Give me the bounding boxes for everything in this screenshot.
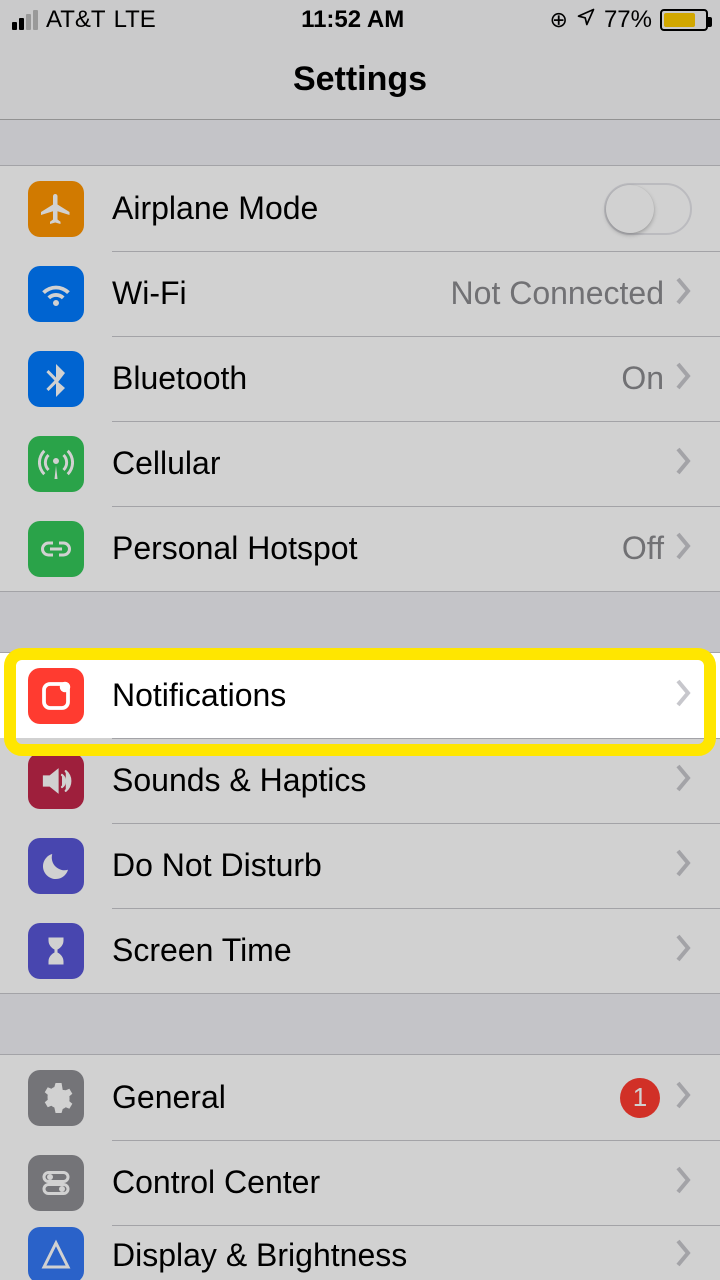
bluetooth-icon bbox=[28, 351, 84, 407]
row-display-brightness[interactable]: Display & Brightness bbox=[0, 1225, 720, 1280]
carrier-label: AT&T bbox=[46, 6, 106, 34]
update-badge: 1 bbox=[620, 1078, 660, 1118]
nav-bar: Settings bbox=[0, 40, 720, 120]
row-screen-time[interactable]: Screen Time bbox=[0, 908, 720, 993]
cellular-antenna-icon bbox=[28, 436, 84, 492]
cell-label: Control Center bbox=[112, 1164, 320, 1201]
chevron-right-icon bbox=[676, 532, 692, 565]
control-center-icon bbox=[28, 1155, 84, 1211]
chevron-right-icon bbox=[676, 447, 692, 480]
chevron-right-icon bbox=[676, 1166, 692, 1199]
row-wifi[interactable]: Wi-Fi Not Connected bbox=[0, 251, 720, 336]
chevron-right-icon bbox=[676, 849, 692, 882]
cell-detail: On bbox=[621, 360, 664, 397]
row-notifications[interactable]: Notifications bbox=[0, 653, 720, 738]
sounds-speaker-icon bbox=[28, 753, 84, 809]
cell-detail: Off bbox=[622, 530, 664, 567]
chevron-right-icon bbox=[676, 1081, 692, 1114]
cell-label: Wi-Fi bbox=[112, 275, 187, 312]
airplane-icon bbox=[28, 181, 84, 237]
chevron-right-icon bbox=[676, 277, 692, 310]
page-title: Settings bbox=[293, 60, 427, 99]
rotation-lock-icon: ⊕ bbox=[550, 7, 568, 33]
cell-label: Display & Brightness bbox=[112, 1237, 407, 1274]
row-general[interactable]: General 1 bbox=[0, 1055, 720, 1140]
notifications-icon bbox=[28, 668, 84, 724]
chevron-right-icon bbox=[676, 679, 692, 712]
chevron-right-icon bbox=[676, 362, 692, 395]
cell-detail: Not Connected bbox=[451, 275, 664, 312]
cell-label: Do Not Disturb bbox=[112, 847, 322, 884]
cell-label: Bluetooth bbox=[112, 360, 247, 397]
row-bluetooth[interactable]: Bluetooth On bbox=[0, 336, 720, 421]
cell-label: General bbox=[112, 1079, 226, 1116]
chevron-right-icon bbox=[676, 764, 692, 797]
battery-percent: 77% bbox=[604, 6, 652, 34]
cell-label: Cellular bbox=[112, 445, 220, 482]
signal-strength-icon bbox=[12, 10, 38, 30]
wifi-icon bbox=[28, 266, 84, 322]
settings-group-notifications: Notifications Sounds & Haptics Do Not Di… bbox=[0, 652, 720, 994]
cell-label: Sounds & Haptics bbox=[112, 762, 366, 799]
settings-group-system: General 1 Control Center Display & Brigh… bbox=[0, 1054, 720, 1280]
status-bar: AT&T LTE 11:52 AM ⊕ 77% bbox=[0, 0, 720, 40]
hourglass-icon bbox=[28, 923, 84, 979]
gear-icon bbox=[28, 1070, 84, 1126]
display-brightness-icon bbox=[28, 1227, 84, 1280]
cell-label: Personal Hotspot bbox=[112, 530, 357, 567]
cell-label: Airplane Mode bbox=[112, 190, 318, 227]
cell-label: Notifications bbox=[112, 677, 286, 714]
row-personal-hotspot[interactable]: Personal Hotspot Off bbox=[0, 506, 720, 591]
hotspot-link-icon bbox=[28, 521, 84, 577]
row-control-center[interactable]: Control Center bbox=[0, 1140, 720, 1225]
chevron-right-icon bbox=[676, 1239, 692, 1272]
row-airplane-mode[interactable]: Airplane Mode bbox=[0, 166, 720, 251]
row-sounds-haptics[interactable]: Sounds & Haptics bbox=[0, 738, 720, 823]
network-label: LTE bbox=[114, 6, 156, 34]
cell-label: Screen Time bbox=[112, 932, 292, 969]
airplane-mode-switch[interactable] bbox=[604, 183, 692, 235]
chevron-right-icon bbox=[676, 934, 692, 967]
battery-icon bbox=[660, 9, 708, 31]
row-do-not-disturb[interactable]: Do Not Disturb bbox=[0, 823, 720, 908]
location-arrow-icon bbox=[576, 7, 596, 33]
row-cellular[interactable]: Cellular bbox=[0, 421, 720, 506]
settings-group-connectivity: Airplane Mode Wi-Fi Not Connected Blueto… bbox=[0, 165, 720, 592]
moon-icon bbox=[28, 838, 84, 894]
status-time: 11:52 AM bbox=[301, 6, 404, 34]
